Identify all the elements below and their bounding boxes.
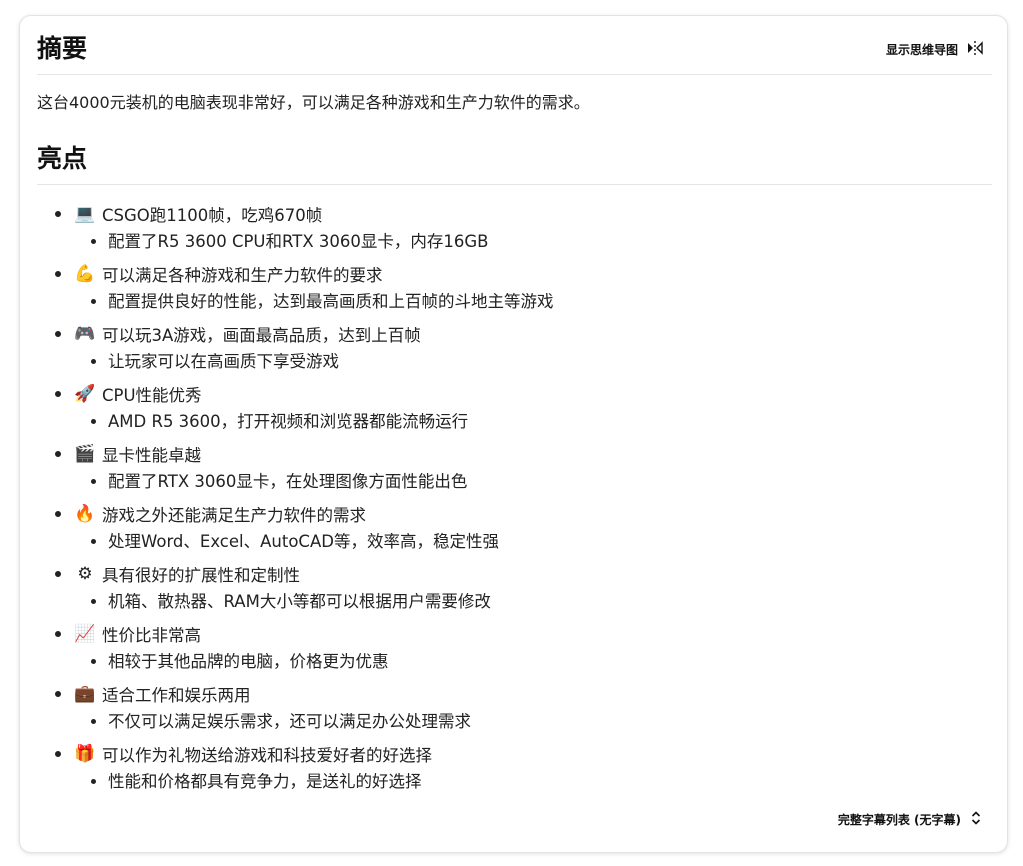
full-transcript-toggle[interactable]: 完整字幕列表 (无字幕): [838, 808, 981, 830]
gift-icon: 🎁: [74, 744, 96, 764]
flexed-biceps-icon: 💪: [74, 264, 96, 284]
highlight-detail: 性能和价格都具有竞争力，是送礼的好选择: [74, 768, 970, 796]
highlight-title: 可以满足各种游戏和生产力软件的要求: [102, 266, 383, 285]
fire-icon: 🔥: [74, 504, 96, 524]
highlight-title-row: 🎬 显卡性能卓越: [74, 440, 970, 468]
highlight-detail: 处理Word、Excel、AutoCAD等，效率高，稳定性强: [74, 528, 970, 556]
highlights-header: 亮点: [37, 140, 992, 185]
highlight-title-row: 💪 可以满足各种游戏和生产力软件的要求: [74, 260, 970, 288]
highlights-list: 💻 CSGO跑1100帧，吃鸡670帧配置了R5 3600 CPU和RTX 306…: [50, 200, 970, 800]
highlight-title: 可以作为礼物送给游戏和科技爱好者的好选择: [102, 746, 432, 765]
highlight-title: CPU性能优秀: [102, 386, 202, 405]
gear-icon: ⚙: [77, 564, 93, 584]
highlight-title-row: 💼 适合工作和娱乐两用: [74, 680, 970, 708]
chart-increasing-icon: 📈: [74, 624, 96, 644]
highlight-item: ⚙ 具有很好的扩展性和定制性机箱、散热器、RAM大小等都可以根据用户需要修改: [50, 560, 970, 616]
chevron-up-down-icon: [971, 810, 981, 828]
laptop-icon: 💻: [74, 204, 96, 224]
highlight-title: 具有很好的扩展性和定制性: [102, 566, 300, 585]
summary-text: 这台4000元装机的电脑表现非常好，可以满足各种游戏和生产力软件的需求。: [37, 93, 590, 112]
highlight-item: 🎁 可以作为礼物送给游戏和科技爱好者的好选择性能和价格都具有竞争力，是送礼的好选择: [50, 740, 970, 796]
highlight-title: CSGO跑1100帧，吃鸡670帧: [102, 206, 323, 225]
mindmap-icon: [966, 40, 984, 59]
highlight-detail: 相较于其他品牌的电脑，价格更为优惠: [74, 648, 970, 676]
highlight-title-row: ⚙ 具有很好的扩展性和定制性: [74, 560, 970, 588]
highlight-title-row: 🎮 可以玩3A游戏，画面最高品质，达到上百帧: [74, 320, 970, 348]
briefcase-icon: 💼: [74, 684, 96, 704]
full-transcript-label: 完整字幕列表 (无字幕): [837, 812, 961, 827]
summary-heading: 摘要: [37, 34, 88, 63]
highlight-detail: AMD R5 3600，打开视频和浏览器都能流畅运行: [74, 408, 970, 436]
highlight-item: 🎬 显卡性能卓越配置了RTX 3060显卡，在处理图像方面性能出色: [50, 440, 970, 496]
clapper-board-icon: 🎬: [74, 444, 96, 464]
highlight-item: 🎮 可以玩3A游戏，画面最高品质，达到上百帧让玩家可以在高画质下享受游戏: [50, 320, 970, 376]
game-controller-icon: 🎮: [74, 324, 96, 344]
highlight-title: 适合工作和娱乐两用: [102, 686, 251, 705]
show-mindmap-label: 显示思维导图: [885, 42, 958, 57]
highlight-title-row: 💻 CSGO跑1100帧，吃鸡670帧: [74, 200, 970, 228]
highlight-title: 游戏之外还能满足生产力软件的需求: [102, 506, 366, 525]
highlight-item: 💪 可以满足各种游戏和生产力软件的要求配置提供良好的性能，达到最高画质和上百帧的斗…: [50, 260, 970, 316]
highlight-title-row: 🎁 可以作为礼物送给游戏和科技爱好者的好选择: [74, 740, 970, 768]
summary-card: 摘要 显示思维导图 这台4000元装机的电脑表现非常好，可以满足各种游戏和生产力…: [19, 15, 1008, 853]
show-mindmap-button[interactable]: 显示思维导图: [886, 36, 984, 62]
highlight-detail: 机箱、散热器、RAM大小等都可以根据用户需要修改: [74, 588, 970, 616]
highlight-detail: 配置了RTX 3060显卡，在处理图像方面性能出色: [74, 468, 970, 496]
highlight-item: 🔥 游戏之外还能满足生产力软件的需求处理Word、Excel、AutoCAD等，效…: [50, 500, 970, 556]
highlights-heading: 亮点: [37, 144, 88, 173]
highlight-item: 💼 适合工作和娱乐两用不仅可以满足娱乐需求，还可以满足办公处理需求: [50, 680, 970, 736]
summary-header: 摘要 显示思维导图: [37, 30, 992, 75]
highlight-title-row: 🚀 CPU性能优秀: [74, 380, 970, 408]
highlight-detail: 配置提供良好的性能，达到最高画质和上百帧的斗地主等游戏: [74, 288, 970, 316]
highlight-detail: 让玩家可以在高画质下享受游戏: [74, 348, 970, 376]
highlight-title: 可以玩3A游戏，画面最高品质，达到上百帧: [102, 326, 421, 345]
highlight-title: 性价比非常高: [102, 626, 201, 645]
highlight-detail: 配置了R5 3600 CPU和RTX 3060显卡，内存16GB: [74, 228, 970, 256]
highlight-title: 显卡性能卓越: [102, 446, 201, 465]
highlight-detail: 不仅可以满足娱乐需求，还可以满足办公处理需求: [74, 708, 970, 736]
highlight-title-row: 📈 性价比非常高: [74, 620, 970, 648]
rocket-icon: 🚀: [74, 384, 96, 404]
highlight-item: 💻 CSGO跑1100帧，吃鸡670帧配置了R5 3600 CPU和RTX 306…: [50, 200, 970, 256]
highlight-item: 📈 性价比非常高相较于其他品牌的电脑，价格更为优惠: [50, 620, 970, 676]
highlight-title-row: 🔥 游戏之外还能满足生产力软件的需求: [74, 500, 970, 528]
highlight-item: 🚀 CPU性能优秀 AMD R5 3600，打开视频和浏览器都能流畅运行: [50, 380, 970, 436]
